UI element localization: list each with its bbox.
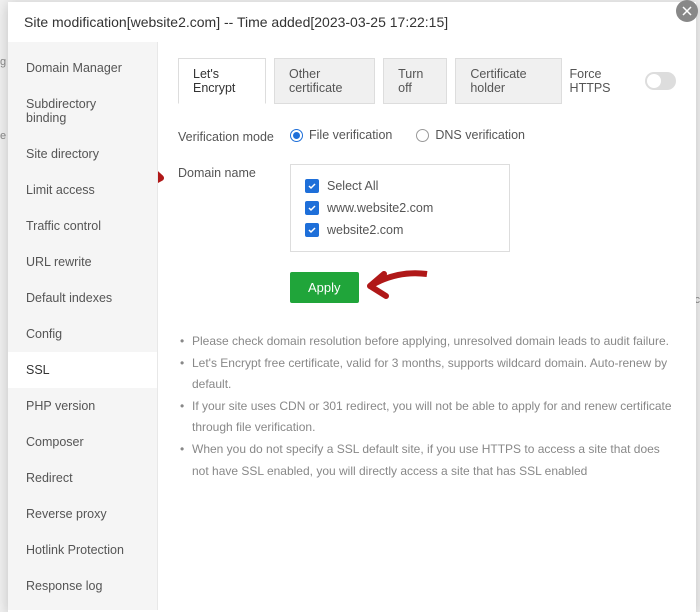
bg-text: e xyxy=(0,130,6,142)
checkbox-icon xyxy=(305,223,319,237)
verification-label: Verification mode xyxy=(178,128,290,144)
sidebar-item[interactable]: Site directory xyxy=(8,136,157,172)
apply-row: Apply xyxy=(290,272,676,303)
sidebar-item[interactable]: PHP version xyxy=(8,388,157,424)
domain-list-box: Select All www.website2.com website2.com xyxy=(290,164,510,252)
checkbox-icon xyxy=(305,201,319,215)
apply-button[interactable]: Apply xyxy=(290,272,359,303)
domain-row: Domain name Select All www.website2.com we… xyxy=(178,164,676,252)
ssl-tab[interactable]: Certificate holder xyxy=(455,58,561,104)
modal-title: Site modification[website2.com] -- Time … xyxy=(8,2,696,42)
radio-icon xyxy=(290,129,303,142)
verification-radio[interactable]: File verification xyxy=(290,128,392,142)
close-icon xyxy=(682,6,692,16)
radio-label: DNS verification xyxy=(435,128,525,142)
force-https-label: Force HTTPS xyxy=(570,67,636,95)
radio-label: File verification xyxy=(309,128,392,142)
sidebar: Domain ManagerSubdirectory bindingSite d… xyxy=(8,42,158,610)
close-button[interactable] xyxy=(676,0,698,22)
sidebar-item[interactable]: Config xyxy=(8,316,157,352)
radio-icon xyxy=(416,129,429,142)
note-item: When you do not specify a SSL default si… xyxy=(178,439,676,482)
annotation-arrow-icon xyxy=(352,264,432,308)
force-https-toggle[interactable] xyxy=(645,72,676,90)
checkbox-label: Select All xyxy=(327,179,378,193)
note-item: Please check domain resolution before ap… xyxy=(178,331,676,353)
sidebar-item[interactable]: SSL xyxy=(8,352,157,388)
checkbox-icon xyxy=(305,179,319,193)
note-item: Let's Encrypt free certificate, valid fo… xyxy=(178,353,676,396)
sidebar-item[interactable]: Hotlink Protection xyxy=(8,532,157,568)
ssl-tab[interactable]: Let's Encrypt xyxy=(178,58,266,104)
sidebar-item[interactable]: URL rewrite xyxy=(8,244,157,280)
checkbox-label: website2.com xyxy=(327,223,403,237)
force-https-control: Force HTTPS xyxy=(570,67,676,95)
annotation-arrow-icon xyxy=(158,158,176,206)
main-panel: Let's EncryptOther certificateTurn offCe… xyxy=(158,42,696,610)
select-all-checkbox[interactable]: Select All xyxy=(305,175,495,197)
bg-text: g xyxy=(0,56,6,68)
sidebar-item[interactable]: Composer xyxy=(8,424,157,460)
tabs-row: Let's EncryptOther certificateTurn offCe… xyxy=(178,58,676,104)
domain-checkbox[interactable]: website2.com xyxy=(305,219,495,241)
sidebar-item[interactable]: Response log xyxy=(8,568,157,604)
note-item: If your site uses CDN or 301 redirect, y… xyxy=(178,396,676,439)
checkbox-label: www.website2.com xyxy=(327,201,433,215)
sidebar-item[interactable]: Default indexes xyxy=(8,280,157,316)
sidebar-item[interactable]: Limit access xyxy=(8,172,157,208)
domain-label: Domain name xyxy=(178,164,290,180)
verification-radio[interactable]: DNS verification xyxy=(416,128,525,142)
sidebar-item[interactable]: Redirect xyxy=(8,460,157,496)
verification-row: Verification mode File verification DNS v… xyxy=(178,128,676,144)
notes-list: Please check domain resolution before ap… xyxy=(178,331,676,482)
site-modification-modal: Site modification[website2.com] -- Time … xyxy=(8,2,696,612)
ssl-tab[interactable]: Turn off xyxy=(383,58,447,104)
sidebar-item[interactable]: Domain Manager xyxy=(8,50,157,86)
ssl-tab[interactable]: Other certificate xyxy=(274,58,375,104)
sidebar-item[interactable]: Traffic control xyxy=(8,208,157,244)
sidebar-item[interactable]: Reverse proxy xyxy=(8,496,157,532)
sidebar-item[interactable]: Subdirectory binding xyxy=(8,86,157,136)
domain-checkbox[interactable]: www.website2.com xyxy=(305,197,495,219)
